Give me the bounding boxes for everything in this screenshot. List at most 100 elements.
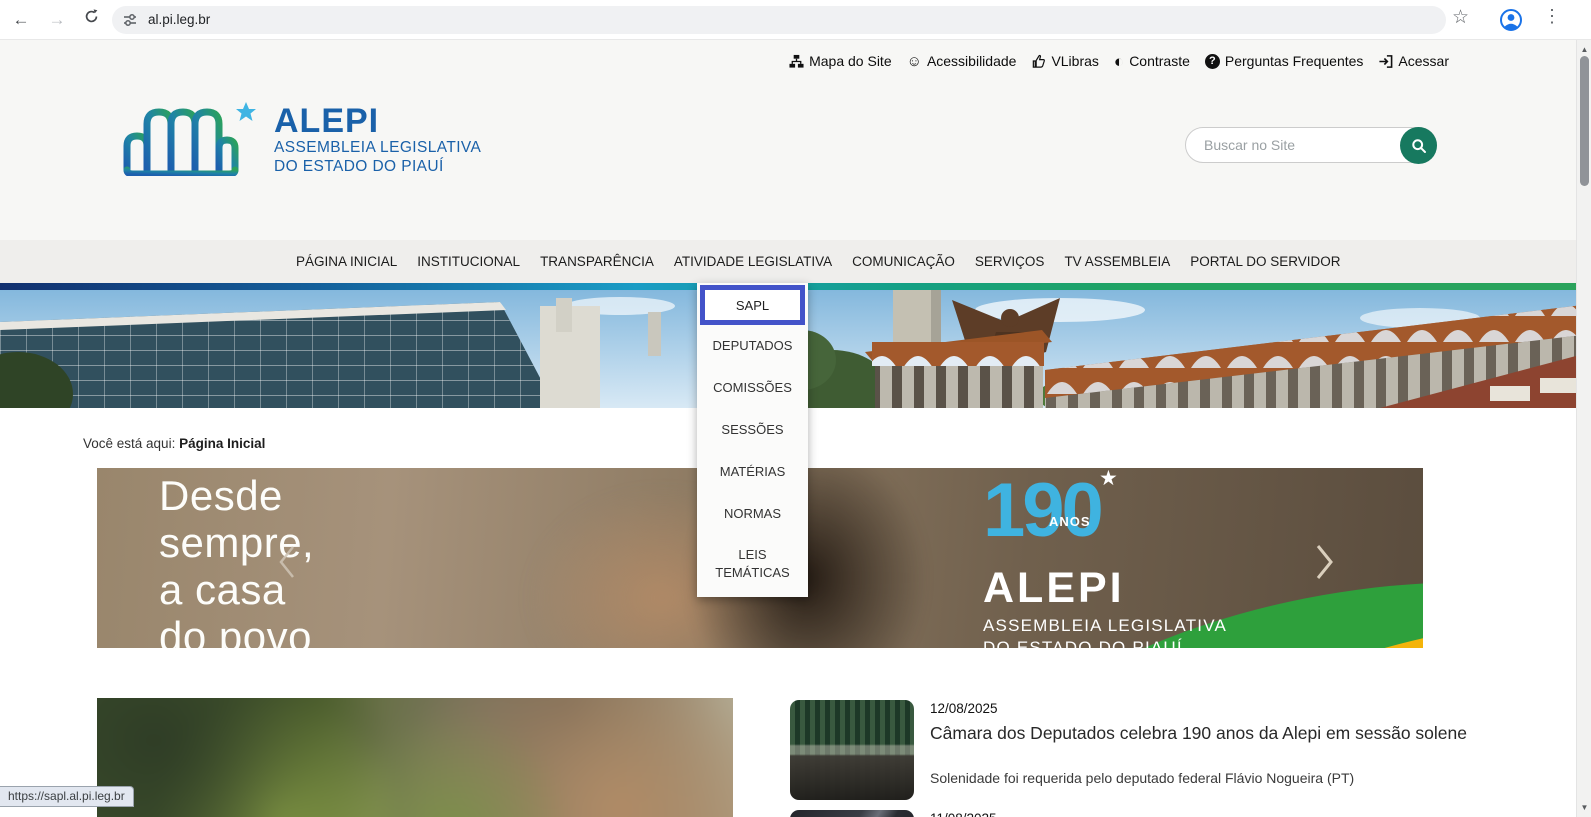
utility-item-label: Contraste <box>1129 53 1190 69</box>
news-subtitle: Solenidade foi requerida pelo deputado f… <box>930 770 1490 786</box>
chevron-right-icon <box>1313 542 1335 582</box>
featured-news-photo[interactable] <box>97 698 733 817</box>
dropdown-item-deputados[interactable]: DEPUTADOS <box>697 325 808 367</box>
atividade-legislativa-dropdown: SAPL DEPUTADOS COMISSÕES SESSÕES MATÉRIA… <box>697 283 808 597</box>
dropdown-item-label: SAPL <box>736 298 769 313</box>
star-icon: ★ <box>1099 468 1118 491</box>
dropdown-item-label: SESSÕES <box>721 421 783 439</box>
anniversary-logo: 190 ANOS ★ ALEPI ASSEMBLEIA LEGISLATIVA … <box>983 470 1227 648</box>
profile-icon <box>1499 8 1523 32</box>
browser-chrome: ← → al.pi.leg.br ☆ ⋮ <box>0 0 1591 40</box>
anniversary-brand: ALEPI <box>983 566 1227 610</box>
alepi-logo[interactable]: ALEPI ASSEMBLEIA LEGISLATIVA DO ESTADO D… <box>115 96 481 176</box>
dropdown-item-label: DEPUTADOS <box>713 337 793 355</box>
news-item: 11/08/2025 <box>790 808 1490 817</box>
page-viewport: Mapa do Site ☺ Acessibilidade VLibras ◐ … <box>0 40 1591 817</box>
url-bar[interactable]: al.pi.leg.br <box>112 6 1446 34</box>
question-icon: ? <box>1205 54 1220 69</box>
utility-item-label: Acessibilidade <box>927 53 1017 69</box>
news-title-link[interactable]: Câmara dos Deputados celebra 190 anos da… <box>930 723 1490 744</box>
news-thumbnail[interactable] <box>790 810 914 817</box>
anniversary-number: 190 <box>983 468 1101 553</box>
bookmark-star-button[interactable]: ☆ <box>1452 6 1469 29</box>
site-settings-icon[interactable] <box>123 13 137 27</box>
utility-item-contraste[interactable]: ◐ Contraste <box>1114 53 1190 69</box>
anniversary-line2: DO ESTADO DO PIAUÍ <box>983 637 1227 648</box>
carousel-prev-button[interactable] <box>277 544 297 585</box>
slogan-line: Desde <box>159 472 314 519</box>
back-arrow-icon: ← <box>13 10 30 29</box>
search-button[interactable] <box>1400 127 1437 164</box>
utility-nav: Mapa do Site ☺ Acessibilidade VLibras ◐ … <box>789 53 1449 69</box>
alepi-logo-text: ALEPI ASSEMBLEIA LEGISLATIVA DO ESTADO D… <box>274 96 481 176</box>
search-icon <box>1411 138 1427 154</box>
nav-item-pagina-inicial[interactable]: PÁGINA INICIAL <box>296 254 397 269</box>
scrollbar-thumb[interactable] <box>1580 56 1589 186</box>
news-date: 12/08/2025 <box>930 698 1490 716</box>
main-nav: PÁGINA INICIAL INSTITUCIONAL TRANSPARÊNC… <box>0 240 1591 283</box>
dropdown-item-label: LEIS TEMÁTICAS <box>708 546 798 582</box>
anniversary-anos: ANOS <box>1049 514 1091 529</box>
url-text: al.pi.leg.br <box>148 6 210 34</box>
forward-button[interactable]: → <box>44 7 70 33</box>
anniversary-sub: ASSEMBLEIA LEGISLATIVA DO ESTADO DO PIAU… <box>983 615 1227 648</box>
reload-icon <box>83 8 100 25</box>
utility-item-acessar[interactable]: Acessar <box>1378 53 1449 69</box>
logo-title: ALEPI <box>274 104 481 138</box>
featured-news-photo-blur <box>97 698 733 817</box>
dropdown-item-leis-tematicas[interactable]: LEIS TEMÁTICAS <box>697 535 808 593</box>
nav-item-institucional[interactable]: INSTITUCIONAL <box>417 254 520 269</box>
nav-item-portal-do-servidor[interactable]: PORTAL DO SERVIDOR <box>1190 254 1340 269</box>
utility-item-label: Acessar <box>1398 53 1449 69</box>
utility-item-perguntas-frequentes[interactable]: ? Perguntas Frequentes <box>1205 53 1364 69</box>
nav-item-tv-assembleia[interactable]: TV ASSEMBLEIA <box>1064 254 1170 269</box>
utility-item-label: VLibras <box>1051 53 1098 69</box>
dropdown-item-sessoes[interactable]: SESSÕES <box>697 409 808 451</box>
utility-item-acessibilidade[interactable]: ☺ Acessibilidade <box>907 53 1017 69</box>
dropdown-item-label: COMISSÕES <box>713 379 792 397</box>
anniversary-line1: ASSEMBLEIA LEGISLATIVA <box>983 615 1227 637</box>
news-thumbnail[interactable] <box>790 700 914 800</box>
sitemap-icon <box>789 54 804 69</box>
dropdown-item-materias[interactable]: MATÉRIAS <box>697 451 808 493</box>
dropdown-item-normas[interactable]: NORMAS <box>697 493 808 535</box>
news-date: 11/08/2025 <box>930 808 1490 817</box>
nav-item-servicos[interactable]: SERVIÇOS <box>975 254 1045 269</box>
utility-item-label: Mapa do Site <box>809 53 892 69</box>
utility-item-label: Perguntas Frequentes <box>1225 53 1364 69</box>
anniversary-190-wrap: 190 ANOS ★ <box>983 470 1153 554</box>
utility-item-vlibras[interactable]: VLibras <box>1031 53 1098 69</box>
scrollbar-track[interactable]: ▲ ▼ <box>1576 40 1591 817</box>
breadcrumb-prefix: Você está aqui: <box>83 436 175 451</box>
carousel-next-button[interactable] <box>1313 542 1335 587</box>
forward-arrow-icon: → <box>49 10 66 29</box>
news-list: 12/08/2025 Câmara dos Deputados celebra … <box>790 698 1490 817</box>
logo-subtitle-1: ASSEMBLEIA LEGISLATIVA <box>274 138 481 157</box>
dropdown-item-label: NORMAS <box>724 505 781 523</box>
alepi-arches-icon <box>115 96 260 176</box>
kebab-menu-icon: ⋮ <box>1543 6 1561 26</box>
dropdown-item-sapl[interactable]: SAPL <box>700 285 805 325</box>
news-item: 12/08/2025 Câmara dos Deputados celebra … <box>790 698 1490 808</box>
slogan-line: do povo <box>159 613 314 648</box>
status-link-tooltip: https://sapl.al.pi.leg.br <box>0 786 134 807</box>
browser-menu-button[interactable]: ⋮ <box>1543 6 1561 27</box>
search-input[interactable] <box>1186 128 1436 162</box>
back-button[interactable]: ← <box>8 7 34 33</box>
breadcrumb: Você está aqui: Página Inicial <box>83 436 265 451</box>
star-icon: ☆ <box>1452 7 1469 28</box>
nav-item-transparencia[interactable]: TRANSPARÊNCIA <box>540 254 654 269</box>
dropdown-item-comissoes[interactable]: COMISSÕES <box>697 367 808 409</box>
scrollbar-down-arrow[interactable]: ▼ <box>1577 803 1591 812</box>
profile-button[interactable] <box>1499 8 1523 37</box>
utility-item-mapa-do-site[interactable]: Mapa do Site <box>789 53 892 69</box>
accessibility-icon: ☺ <box>907 54 922 69</box>
scrollbar-up-arrow[interactable]: ▲ <box>1577 45 1591 54</box>
breadcrumb-current: Página Inicial <box>179 436 265 451</box>
reload-button[interactable] <box>78 7 104 33</box>
chevron-left-icon <box>277 544 297 580</box>
site-search <box>1185 127 1437 163</box>
logo-subtitle-2: DO ESTADO DO PIAUÍ <box>274 157 481 176</box>
nav-item-comunicacao[interactable]: COMUNICAÇÃO <box>852 254 955 269</box>
nav-item-atividade-legislativa[interactable]: ATIVIDADE LEGISLATIVA <box>674 254 832 269</box>
